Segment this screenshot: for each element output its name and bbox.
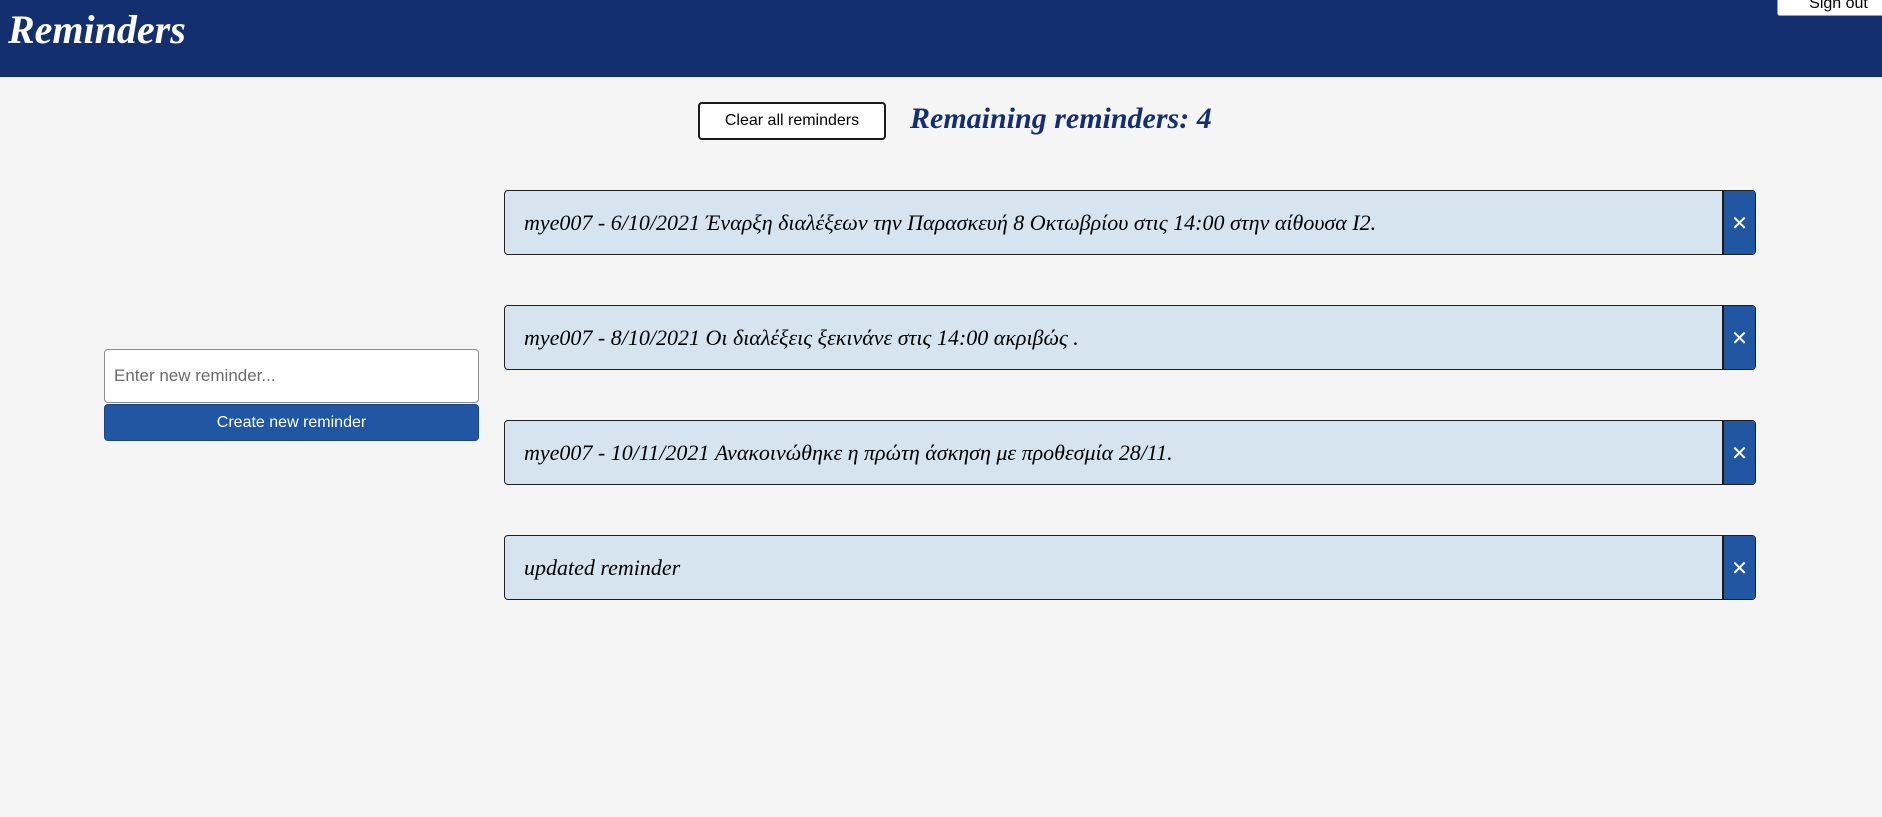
- reminder-text[interactable]: mye007 - 10/11/2021 Ανακοινώθηκε η πρώτη…: [524, 421, 1173, 484]
- reminder-item: updated reminder ✕: [504, 535, 1756, 600]
- reminder-list: mye007 - 6/10/2021 Έναρξη διαλέξεων την …: [504, 190, 1756, 650]
- close-icon: ✕: [1731, 325, 1748, 350]
- reminder-text[interactable]: mye007 - 8/10/2021 Οι διαλέξεις ξεκινάνε…: [524, 306, 1079, 369]
- delete-reminder-button[interactable]: ✕: [1722, 421, 1755, 484]
- reminder-text[interactable]: mye007 - 6/10/2021 Έναρξη διαλέξεων την …: [524, 191, 1376, 254]
- app-title: Reminders: [8, 7, 186, 52]
- app-header: Reminders Sign out: [0, 0, 1882, 77]
- reminder-item: mye007 - 8/10/2021 Οι διαλέξεις ξεκινάνε…: [504, 305, 1756, 370]
- clear-all-reminders-button[interactable]: Clear all reminders: [698, 102, 886, 140]
- reminder-text[interactable]: updated reminder: [524, 536, 680, 599]
- reminder-item: mye007 - 6/10/2021 Έναρξη διαλέξεων την …: [504, 190, 1756, 255]
- reminder-item: mye007 - 10/11/2021 Ανακοινώθηκε η πρώτη…: [504, 420, 1756, 485]
- create-reminder-button[interactable]: Create new reminder: [104, 404, 479, 441]
- sign-out-button[interactable]: Sign out: [1777, 0, 1882, 16]
- new-reminder-input[interactable]: [104, 349, 479, 403]
- remaining-reminders-count: Remaining reminders: 4: [910, 102, 1212, 135]
- delete-reminder-button[interactable]: ✕: [1722, 191, 1755, 254]
- delete-reminder-button[interactable]: ✕: [1722, 536, 1755, 599]
- delete-reminder-button[interactable]: ✕: [1722, 306, 1755, 369]
- close-icon: ✕: [1731, 555, 1748, 580]
- close-icon: ✕: [1731, 210, 1748, 235]
- close-icon: ✕: [1731, 440, 1748, 465]
